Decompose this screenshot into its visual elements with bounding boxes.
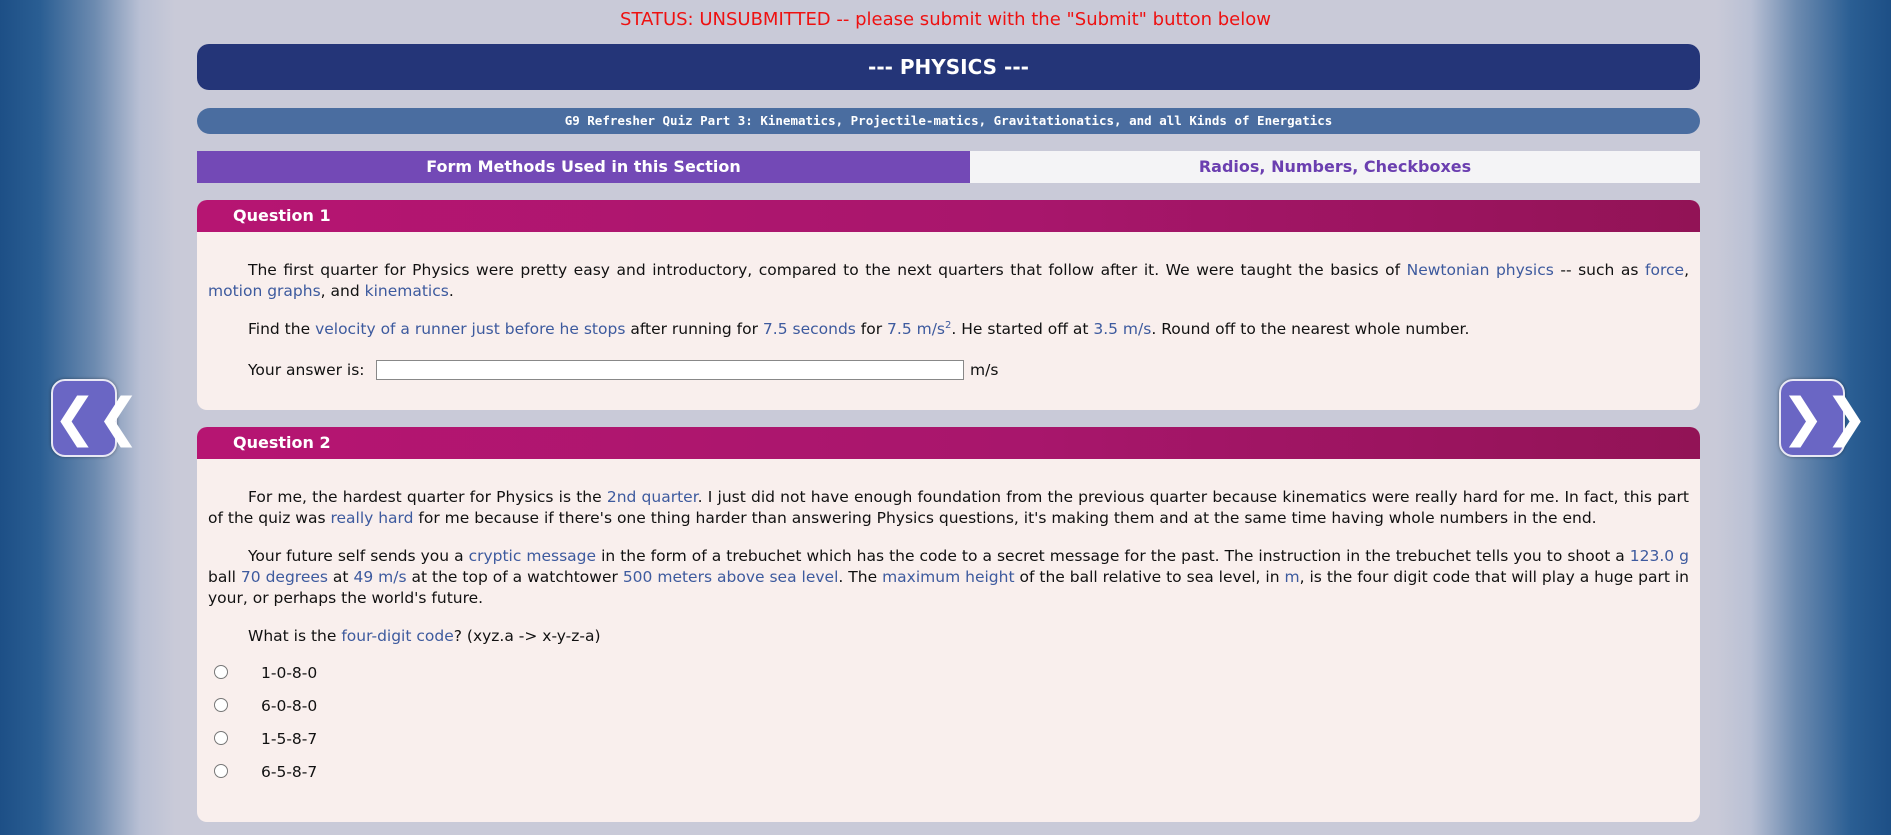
highlight-term: maximum height <box>882 568 1015 586</box>
text: in the form of a trebuchet which has the… <box>596 547 1630 565</box>
question-1-prompt: Find the velocity of a runner just befor… <box>208 319 1689 340</box>
highlight-term: velocity of a runner just before he stop… <box>315 320 626 338</box>
highlight-term: m <box>1284 568 1300 586</box>
highlight-term: force <box>1645 261 1685 279</box>
question-2-options: 1-0-8-0 6-0-8-0 1-5-8-7 6-5-8-7 <box>208 657 1689 789</box>
text: . <box>448 282 454 300</box>
question-1-intro: The first quarter for Physics were prett… <box>208 260 1689 302</box>
text: ball <box>208 568 241 586</box>
highlight-term: 70 degrees <box>240 568 328 586</box>
status-message: STATUS: UNSUBMITTED -- please submit wit… <box>620 9 1271 30</box>
text: , <box>1684 261 1689 279</box>
highlight-term: cryptic message <box>468 547 597 565</box>
radio-button[interactable] <box>214 664 228 679</box>
double-chevron-right-icon: ❯❯ <box>1781 388 1869 448</box>
text: after running for <box>625 320 763 338</box>
text: . He started off at <box>951 320 1094 338</box>
form-methods-label: Form Methods Used in this Section <box>197 151 970 183</box>
question-1-card: Question 1 The first quarter for Physics… <box>197 200 1700 410</box>
next-section-button[interactable]: ❯❯ <box>1779 379 1868 457</box>
text: Find the <box>248 320 316 338</box>
text: at the top of a watchtower <box>406 568 623 586</box>
answer-label: Your answer is: <box>248 360 365 379</box>
previous-section-button[interactable]: ❮❮ <box>51 379 140 457</box>
option-label: 1-5-8-7 <box>261 730 318 748</box>
text: For me, the hardest quarter for Physics … <box>248 488 607 506</box>
section-title: --- PHYSICS --- <box>197 44 1700 90</box>
question-2-intro: For me, the hardest quarter for Physics … <box>208 487 1689 529</box>
highlight-term: four-digit code <box>341 627 454 645</box>
radio-button[interactable] <box>214 730 228 745</box>
text: for me because if there's one thing hard… <box>413 509 1597 527</box>
highlight-term: 2nd quarter <box>606 488 698 506</box>
answer-unit: m/s <box>970 360 999 379</box>
form-methods-value: Radios, Numbers, Checkboxes <box>970 151 1700 183</box>
radio-option[interactable]: 6-5-8-7 <box>208 756 1689 789</box>
radio-option[interactable]: 1-0-8-0 <box>208 657 1689 690</box>
highlight-term: motion graphs <box>208 282 321 300</box>
text: . The <box>838 568 883 586</box>
radio-button[interactable] <box>214 763 228 778</box>
text: for <box>855 320 888 338</box>
question-2-title: Question 2 <box>197 427 1700 459</box>
option-label: 1-0-8-0 <box>261 664 318 682</box>
highlight-term: Newtonian physics <box>1406 261 1554 279</box>
radio-option[interactable]: 6-0-8-0 <box>208 690 1689 723</box>
question-2-card: Question 2 For me, the hardest quarter f… <box>197 427 1700 822</box>
question-2-scenario: Your future self sends you a cryptic mes… <box>208 546 1689 609</box>
highlight-term: kinematics <box>364 282 449 300</box>
question-1-answer-row: Your answer is: m/s <box>208 357 1689 383</box>
text: , and <box>320 282 365 300</box>
highlight-term: 49 m/s <box>353 568 407 586</box>
text: . Round off to the nearest whole number. <box>1151 320 1470 338</box>
text: at <box>327 568 354 586</box>
radio-button[interactable] <box>214 697 228 712</box>
text: The first quarter for Physics were prett… <box>248 261 1407 279</box>
radio-option[interactable]: 1-5-8-7 <box>208 723 1689 756</box>
option-label: 6-5-8-7 <box>261 763 318 781</box>
highlight-term: 7.5 m/s <box>887 320 946 338</box>
option-label: 6-0-8-0 <box>261 697 318 715</box>
text: ? (xyz.a -> x-y-z-a) <box>453 627 601 645</box>
text: Your future self sends you a <box>248 547 469 565</box>
highlight-term: really hard <box>330 509 414 527</box>
quiz-subtitle: G9 Refresher Quiz Part 3: Kinematics, Pr… <box>197 108 1700 134</box>
highlight-term: 500 meters above sea level <box>622 568 839 586</box>
highlight-term: 7.5 seconds <box>762 320 856 338</box>
text: What is the <box>248 627 342 645</box>
form-methods-row: Form Methods Used in this Section Radios… <box>197 151 1700 183</box>
text: -- such as <box>1553 261 1646 279</box>
double-chevron-left-icon: ❮❮ <box>53 388 141 448</box>
text: of the ball relative to sea level, in <box>1014 568 1285 586</box>
highlight-term: 3.5 m/s <box>1093 320 1152 338</box>
question-1-title: Question 1 <box>197 200 1700 232</box>
question-1-answer-input[interactable] <box>376 360 964 380</box>
question-2-prompt: What is the four-digit code? (xyz.a -> x… <box>208 626 1689 647</box>
highlight-term: 123.0 g <box>1629 547 1689 565</box>
